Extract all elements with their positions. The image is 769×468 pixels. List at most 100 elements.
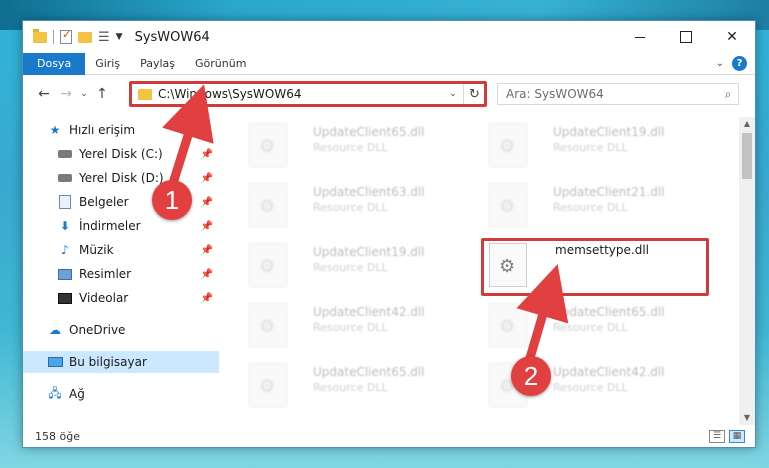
callout-step-2: 2 [511, 356, 551, 396]
dll-file-icon [489, 303, 527, 347]
network-icon: 🖧 [48, 385, 62, 400]
ribbon-tabs: Dosya Giriş Paylaş Görünüm ⌄ ? [23, 52, 755, 75]
scroll-thumb[interactable] [742, 133, 752, 179]
sidebar-item-label: Resimler [79, 267, 132, 281]
documents-icon [57, 195, 73, 209]
pin-icon: 📌 [200, 196, 213, 208]
forward-button[interactable]: → [55, 86, 77, 102]
dll-file-icon [489, 123, 527, 167]
sidebar-item-downloads[interactable]: ⬇ İndirmeler 📌 [23, 215, 219, 237]
help-icon[interactable]: ? [732, 56, 747, 71]
sidebar-item-onedrive[interactable]: ☁ OneDrive [23, 319, 219, 341]
recent-locations-button[interactable]: ⌄ [77, 89, 91, 99]
up-button[interactable]: ↑ [91, 86, 113, 102]
navigation-pane: ★ Hızlı erişim Yerel Disk (C:) 📌 Yerel D… [23, 117, 219, 417]
tab-file[interactable]: Dosya [23, 52, 86, 75]
dll-file-icon [489, 183, 527, 227]
file-item[interactable]: UpdateClient65.dll Resource DLL [241, 361, 461, 413]
file-description: Resource DLL [313, 201, 388, 214]
file-item[interactable]: UpdateClient19.dll Resource DLL [481, 121, 701, 173]
sidebar-item-label: Bu bilgisayar [69, 355, 147, 369]
callout-step-1: 1 [152, 180, 192, 220]
sidebar-item-network[interactable]: 🖧 Ağ [23, 383, 219, 405]
pin-icon: 📌 [200, 292, 213, 304]
dll-file-icon [249, 243, 287, 287]
title-bar: ☰ ▼ SysWOW64 ✕ [23, 21, 755, 53]
file-description: Resource DLL [313, 321, 388, 334]
tab-home[interactable]: Giriş [85, 53, 130, 75]
file-highlight-box [481, 238, 709, 296]
pictures-icon [57, 267, 73, 281]
status-bar: 158 öğe ☰ ▦ [23, 425, 755, 447]
file-item[interactable]: UpdateClient63.dll Resource DLL [241, 181, 461, 233]
computer-icon [47, 355, 63, 369]
sidebar-item-label: Ağ [69, 387, 85, 401]
file-description: Resource DLL [553, 381, 628, 394]
file-item[interactable]: UpdateClient65.dll Resource DLL [241, 121, 461, 173]
back-button[interactable]: ← [33, 86, 55, 102]
sidebar-item-this-pc[interactable]: Bu bilgisayar [23, 351, 219, 373]
pin-icon: 📌 [200, 268, 213, 280]
scroll-up-icon[interactable]: ▲ [739, 117, 755, 131]
music-icon: ♪ [61, 243, 69, 257]
file-item[interactable]: UpdateClient19.dll Resource DLL [241, 241, 461, 293]
file-item[interactable]: UpdateClient21.dll Resource DLL [481, 181, 701, 233]
disk-icon [57, 171, 73, 185]
large-icons-view-icon[interactable]: ▦ [729, 429, 745, 443]
file-name: UpdateClient65.dll [553, 305, 665, 319]
pin-icon: 📌 [200, 148, 213, 160]
new-folder-icon[interactable] [78, 31, 92, 43]
minimize-button[interactable] [617, 21, 663, 53]
file-item[interactable]: UpdateClient65.dll Resource DLL [481, 301, 701, 353]
star-icon: ★ [49, 123, 61, 137]
search-box[interactable]: Ara: SysWOW64 ⌕ [497, 83, 739, 105]
dll-file-icon [249, 183, 287, 227]
expand-ribbon-icon[interactable]: ⌄ [716, 58, 724, 69]
file-item[interactable]: UpdateClient42.dll Resource DLL [241, 301, 461, 353]
pin-icon: 📌 [200, 244, 213, 256]
ribbon-right: ⌄ ? [716, 56, 747, 71]
videos-icon [57, 291, 73, 305]
scroll-down-icon[interactable]: ▼ [739, 411, 755, 425]
sidebar-item-music[interactable]: ♪ Müzik 📌 [23, 239, 219, 261]
sidebar-item-label: Hızlı erişim [69, 123, 136, 137]
file-description: Resource DLL [313, 261, 388, 274]
close-button[interactable]: ✕ [709, 21, 755, 53]
file-description: Resource DLL [313, 381, 388, 394]
file-name: UpdateClient19.dll [553, 125, 665, 139]
file-name: UpdateClient42.dll [313, 305, 425, 319]
properties-icon[interactable] [60, 28, 72, 44]
folder-icon [33, 28, 47, 43]
file-description: Resource DLL [553, 141, 628, 154]
search-icon[interactable]: ⌕ [718, 87, 738, 102]
sidebar-item-label: Belgeler [79, 195, 129, 209]
details-view-icon[interactable]: ☰ [709, 429, 725, 443]
sidebar-item-label: Videolar [79, 291, 129, 305]
sidebar-item-pictures[interactable]: Resimler 📌 [23, 263, 219, 285]
sidebar-item-local-disk-d[interactable]: Yerel Disk (D:) 📌 [23, 167, 219, 189]
download-icon: ⬇ [59, 219, 71, 233]
item-count: 158 öğe [35, 429, 80, 443]
file-name: UpdateClient21.dll [553, 185, 665, 199]
tab-share[interactable]: Paylaş [130, 53, 185, 75]
tab-view[interactable]: Görünüm [185, 53, 256, 75]
sidebar-item-label: Yerel Disk (C:) [79, 147, 163, 161]
window-controls: ✕ [617, 21, 755, 53]
search-input[interactable]: Ara: SysWOW64 [506, 87, 718, 101]
sidebar-item-quick-access[interactable]: ★ Hızlı erişim [23, 119, 219, 141]
sidebar-item-label: Yerel Disk (D:) [79, 171, 164, 185]
file-name: UpdateClient65.dll [313, 125, 425, 139]
chevron-down-icon[interactable]: ▼ [116, 32, 123, 42]
customize-list-icon[interactable]: ☰ [98, 30, 110, 45]
file-description: Resource DLL [553, 321, 628, 334]
disk-icon [57, 147, 73, 161]
vertical-scrollbar[interactable]: ▲ ▼ [739, 117, 755, 425]
toolbar-separator [53, 30, 54, 44]
file-name: UpdateClient65.dll [313, 365, 425, 379]
sidebar-item-local-disk-c[interactable]: Yerel Disk (C:) 📌 [23, 143, 219, 165]
sidebar-item-label: OneDrive [69, 323, 126, 337]
dll-file-icon [249, 303, 287, 347]
sidebar-item-videos[interactable]: Videolar 📌 [23, 287, 219, 309]
dll-file-icon [249, 123, 287, 167]
maximize-button[interactable] [663, 21, 709, 53]
